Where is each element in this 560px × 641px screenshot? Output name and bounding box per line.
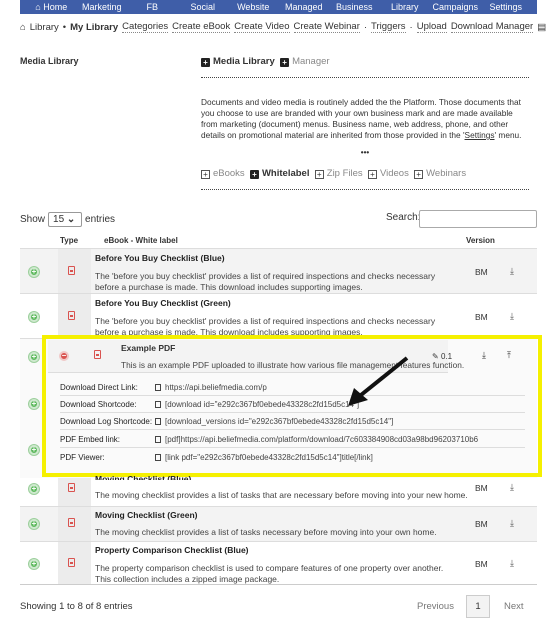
pdf-icon xyxy=(68,558,75,567)
pdf-icon xyxy=(68,311,75,320)
nav-business[interactable]: Business xyxy=(329,2,380,12)
nav-managed[interactable]: Managed xyxy=(279,2,330,12)
section-description: Documents and video media is routinely a… xyxy=(201,97,522,140)
link-triggers[interactable]: Triggers xyxy=(371,21,406,33)
row-version: BM xyxy=(475,519,488,529)
link-download-manager[interactable]: Download Manager xyxy=(450,21,534,33)
header-type[interactable]: Type xyxy=(60,236,78,245)
row-desc: The moving checklist provides a list of … xyxy=(95,490,468,500)
pdf-icon xyxy=(68,266,75,275)
expand-icon[interactable]: + xyxy=(29,267,39,277)
table-header: Type eBook - White label Version xyxy=(20,236,537,248)
filter-whitelabel[interactable]: + Whitelabel xyxy=(249,168,309,179)
expand-icon[interactable]: + xyxy=(29,399,39,409)
filter-tabs: + eBooks + Whitelabel + Zip Files + Videos +… xyxy=(201,168,466,179)
table-row: + Before You Buy Checklist (Green) The '… xyxy=(20,293,537,338)
link-upload[interactable]: Upload xyxy=(416,21,447,33)
row-desc: The moving checklist provides a list of … xyxy=(95,527,437,537)
row-desc: The 'before you buy checklist' provides … xyxy=(95,271,436,292)
link-create-video[interactable]: Create Video xyxy=(234,21,290,33)
header-title[interactable]: eBook - White label xyxy=(104,236,178,245)
filter-videos[interactable]: + Videos xyxy=(367,168,409,179)
breadcrumb: ⌂ Library • My Library Categories Create … xyxy=(20,21,547,33)
row-version: BM xyxy=(475,559,488,569)
header-version[interactable]: Version xyxy=(466,236,495,245)
download-icon[interactable]: ⤓ xyxy=(510,266,514,277)
row-version: BM xyxy=(475,267,488,277)
pdf-icon xyxy=(68,518,75,527)
nav-settings[interactable]: Settings xyxy=(481,2,532,12)
nav-website[interactable]: Website xyxy=(228,2,279,12)
row-title: Before You Buy Checklist (Green) xyxy=(95,298,231,308)
highlight-box xyxy=(42,335,542,477)
filter-zip-files[interactable]: + Zip Files xyxy=(314,168,363,179)
table-info: Showing 1 to 8 of 8 entries xyxy=(20,601,133,612)
download-icon[interactable]: ⤓ xyxy=(510,518,514,529)
nav-library[interactable]: Library xyxy=(380,2,431,12)
expand-icon[interactable]: + xyxy=(29,559,39,569)
top-nav: ⌂ Home Marketing FB Social Website Manag… xyxy=(20,0,537,14)
table-row: + Property Comparison Checklist (Blue) T… xyxy=(20,541,537,585)
row-title: Before You Buy Checklist (Blue) xyxy=(95,253,225,263)
chart-icon[interactable]: ▤ xyxy=(537,22,546,33)
expand-icon[interactable]: + xyxy=(29,484,39,494)
pdf-icon xyxy=(68,483,75,492)
nav-home[interactable]: ⌂ Home xyxy=(26,2,77,12)
row-version: BM xyxy=(475,483,488,493)
expand-icon[interactable]: + xyxy=(29,445,39,455)
expand-icon[interactable]: + xyxy=(29,312,39,322)
filter-webinars[interactable]: + Webinars xyxy=(414,168,466,179)
row-title: Moving Checklist (Green) xyxy=(95,510,198,520)
next-button[interactable]: Next xyxy=(504,601,524,612)
page-1-button[interactable]: 1 xyxy=(466,595,490,618)
link-categories[interactable]: Categories xyxy=(122,21,169,33)
section-label: Media Library xyxy=(20,56,79,66)
settings-link[interactable]: Settings xyxy=(465,130,495,140)
nav-campaigns[interactable]: Campaigns xyxy=(430,2,481,12)
expand-icon[interactable]: + xyxy=(29,352,39,362)
row-title: Moving Checklist (Blue) xyxy=(95,474,192,480)
download-icon[interactable]: ⤓ xyxy=(510,482,514,493)
plus-square-icon: + xyxy=(414,170,424,179)
plus-square-icon: + xyxy=(367,170,377,179)
divider xyxy=(201,189,529,190)
plus-square-icon: + xyxy=(249,170,259,179)
plus-square-icon: + xyxy=(314,170,324,179)
filter-ebooks[interactable]: + eBooks xyxy=(201,168,245,179)
nav-fb[interactable]: FB xyxy=(127,2,178,12)
nav-marketing[interactable]: Marketing xyxy=(77,2,128,12)
entries-select[interactable]: 15 ⌄ xyxy=(48,212,83,227)
row-desc: The property comparison checklist is use… xyxy=(95,563,444,584)
plus-square-icon: + xyxy=(201,170,210,179)
entries-control: Show 15 ⌄ entries xyxy=(20,212,116,227)
table-row: + Moving Checklist (Green) The moving ch… xyxy=(20,506,537,541)
download-icon[interactable]: ⤓ xyxy=(510,558,514,569)
ellipsis: ••• xyxy=(360,148,370,157)
plus-square-icon: + xyxy=(201,58,210,67)
tab-manager[interactable]: + Manager xyxy=(280,56,330,67)
table-row: + Moving Checklist (Blue) The moving che… xyxy=(20,474,537,506)
home-icon[interactable]: ⌂ xyxy=(20,22,26,33)
link-create-webinar[interactable]: Create Webinar xyxy=(293,21,360,33)
crumb-library[interactable]: Library xyxy=(30,22,59,33)
download-icon[interactable]: ⤓ xyxy=(510,311,514,322)
prev-button[interactable]: Previous xyxy=(417,601,454,612)
tab-media-library[interactable]: + Media Library xyxy=(201,56,275,67)
link-create-ebook[interactable]: Create eBook xyxy=(172,21,231,33)
table-row: + Before You Buy Checklist (Blue) The 'b… xyxy=(20,248,537,293)
expand-icon[interactable]: + xyxy=(29,519,39,529)
crumb-current: My Library xyxy=(70,21,119,33)
section-tabs: + Media Library + Manager xyxy=(201,56,330,67)
search-label: Search: xyxy=(386,212,421,223)
plus-square-icon: + xyxy=(280,58,290,67)
row-title: Property Comparison Checklist (Blue) xyxy=(95,545,249,555)
arrow-annotation xyxy=(348,356,409,406)
divider xyxy=(201,77,529,78)
row-version: BM xyxy=(475,312,488,322)
search-input[interactable] xyxy=(419,210,537,228)
nav-social[interactable]: Social xyxy=(178,2,229,12)
